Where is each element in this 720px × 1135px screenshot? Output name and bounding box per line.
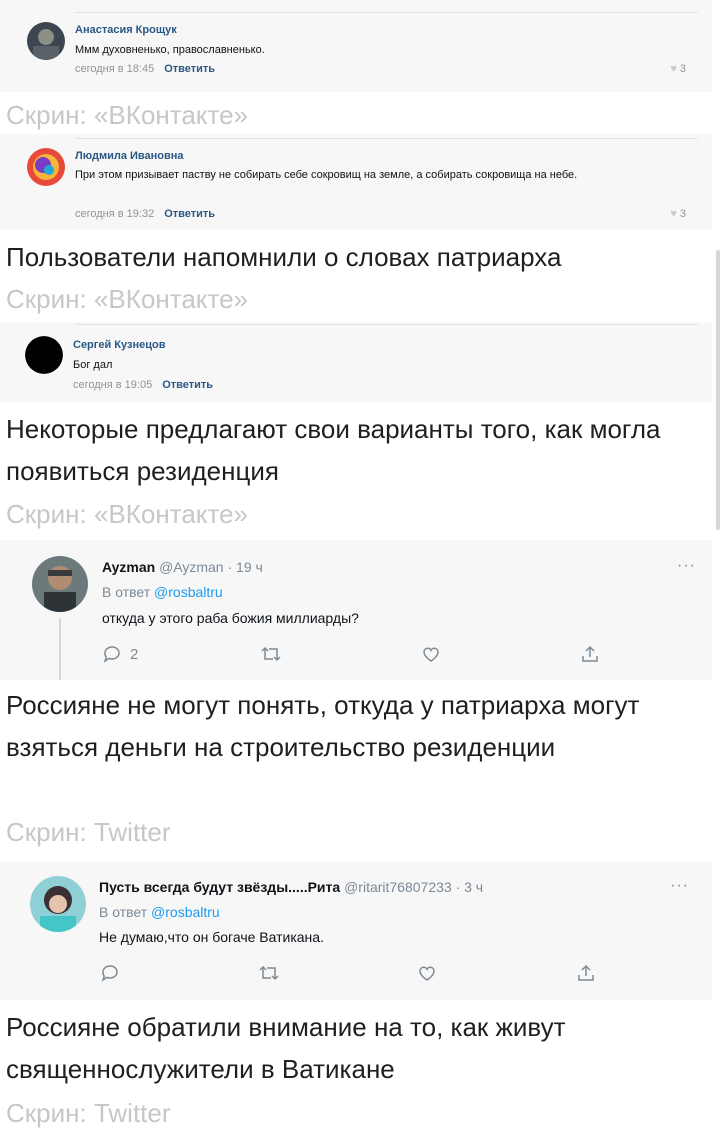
caption: Пользователи напомнили о словах патриарх… (6, 242, 562, 272)
share-icon (582, 645, 598, 662)
reply-to-mention[interactable]: @rosbaltru (151, 904, 220, 920)
scrollbar[interactable] (716, 250, 720, 530)
screenshot-credit: Скрин: Twitter (6, 817, 171, 847)
screenshot-credit: Скрин: «ВКонтакте» (6, 284, 248, 314)
reply-to-line: В ответ @rosbaltru (99, 904, 220, 920)
tweet-handle[interactable]: @Ayzman · 19 ч (159, 559, 263, 575)
retweet-icon (259, 965, 279, 981)
like-button[interactable] (421, 644, 441, 664)
heart-icon: ♥ (670, 63, 677, 75)
reply-to-label: В ответ (99, 904, 148, 920)
divider (75, 138, 698, 139)
reply-count: 2 (130, 645, 139, 663)
avatar[interactable] (30, 876, 86, 932)
reply-to-label: В ответ (102, 584, 151, 600)
share-button[interactable] (576, 963, 596, 983)
tweet-screenshot-2: Пусть всегда будут звёзды.....Рита @rita… (0, 862, 712, 1000)
more-icon[interactable]: ··· (677, 557, 696, 575)
heart-icon (423, 647, 439, 662)
heart-icon: ♥ (670, 208, 677, 220)
reply-link[interactable]: Ответить (162, 379, 213, 391)
comment-meta: сегодня в 18:45 Ответить (75, 63, 215, 75)
screenshot-credit: Скрин: «ВКонтакте» (6, 499, 248, 529)
comment-meta: сегодня в 19:05 Ответить (73, 379, 213, 391)
screenshot-credit: Скрин: «ВКонтакте» (6, 100, 248, 130)
thread-line (59, 618, 61, 680)
tweet-header: Пусть всегда будут звёзды.....Рита @rita… (99, 879, 483, 895)
reply-button[interactable]: 2 (102, 644, 138, 664)
comment-time: сегодня в 18:45 (75, 63, 155, 75)
comment-time: сегодня в 19:05 (73, 379, 153, 391)
avatar[interactable] (27, 22, 65, 60)
share-button[interactable] (580, 644, 600, 664)
tweet-text: Не думаю,что он богаче Ватикана. (99, 929, 324, 945)
caption: Россияне не могут понять, откуда у патри… (6, 690, 640, 762)
like-button[interactable]: ♥ 3 (670, 208, 686, 220)
heart-icon (419, 966, 435, 981)
tweet-header: Ayzman @Ayzman · 19 ч (102, 559, 263, 575)
divider (75, 12, 698, 13)
like-count: 3 (679, 63, 686, 75)
reply-link[interactable]: Ответить (164, 63, 215, 75)
comment-time: сегодня в 19:32 (75, 208, 155, 220)
retweet-icon (261, 646, 281, 662)
like-count: 3 (679, 208, 686, 220)
tweet-handle[interactable]: @ritarit76807233 · 3 ч (344, 879, 483, 895)
tweet-author[interactable]: Пусть всегда будут звёзды.....Рита (99, 879, 340, 895)
reply-icon (101, 965, 118, 982)
more-icon[interactable]: ··· (670, 877, 689, 895)
vk-comment-screenshot-2: Людмила Ивановна При этом призывает паст… (0, 134, 712, 230)
screenshot-credit: Скрин: Twitter (6, 1098, 171, 1128)
like-button[interactable]: ♥ 3 (670, 63, 686, 75)
caption: Россияне обратили внимание на то, как жи… (6, 1012, 566, 1084)
comment-text: Бог дал (73, 359, 113, 371)
comment-text: При этом призывает паству не собирать се… (75, 169, 578, 181)
vk-comment-screenshot-3: Сергей Кузнецов Бог дал сегодня в 19:05 О… (0, 322, 712, 402)
reply-to-line: В ответ @rosbaltru (102, 584, 223, 600)
reply-button[interactable] (100, 963, 120, 983)
tweet-author[interactable]: Ayzman (102, 559, 155, 575)
comment-text: Ммм духовненько, православненько. (75, 44, 265, 56)
caption: Некоторые предлагают свои варианты того,… (6, 414, 661, 486)
retweet-button[interactable] (258, 963, 280, 983)
reply-to-mention[interactable]: @rosbaltru (154, 584, 223, 600)
avatar[interactable] (32, 556, 88, 612)
avatar[interactable] (25, 336, 63, 374)
share-icon (578, 964, 594, 981)
like-button[interactable] (417, 963, 437, 983)
comment-author[interactable]: Анастасия Крощук (75, 24, 177, 36)
comment-author[interactable]: Сергей Кузнецов (73, 339, 165, 351)
comment-meta: сегодня в 19:32 Ответить (75, 208, 215, 220)
reply-link[interactable]: Ответить (164, 208, 215, 220)
vk-comment-screenshot-1: Анастасия Крощук Ммм духовненько, правос… (0, 0, 712, 92)
avatar[interactable] (27, 148, 65, 186)
reply-icon (103, 646, 120, 663)
comment-author[interactable]: Людмила Ивановна (75, 150, 184, 162)
tweet-screenshot-1: Ayzman @Ayzman · 19 ч ··· В ответ @rosba… (0, 540, 712, 680)
retweet-button[interactable] (260, 644, 282, 664)
tweet-text: откуда у этого раба божия миллиарды? (102, 610, 359, 626)
divider (75, 324, 698, 325)
